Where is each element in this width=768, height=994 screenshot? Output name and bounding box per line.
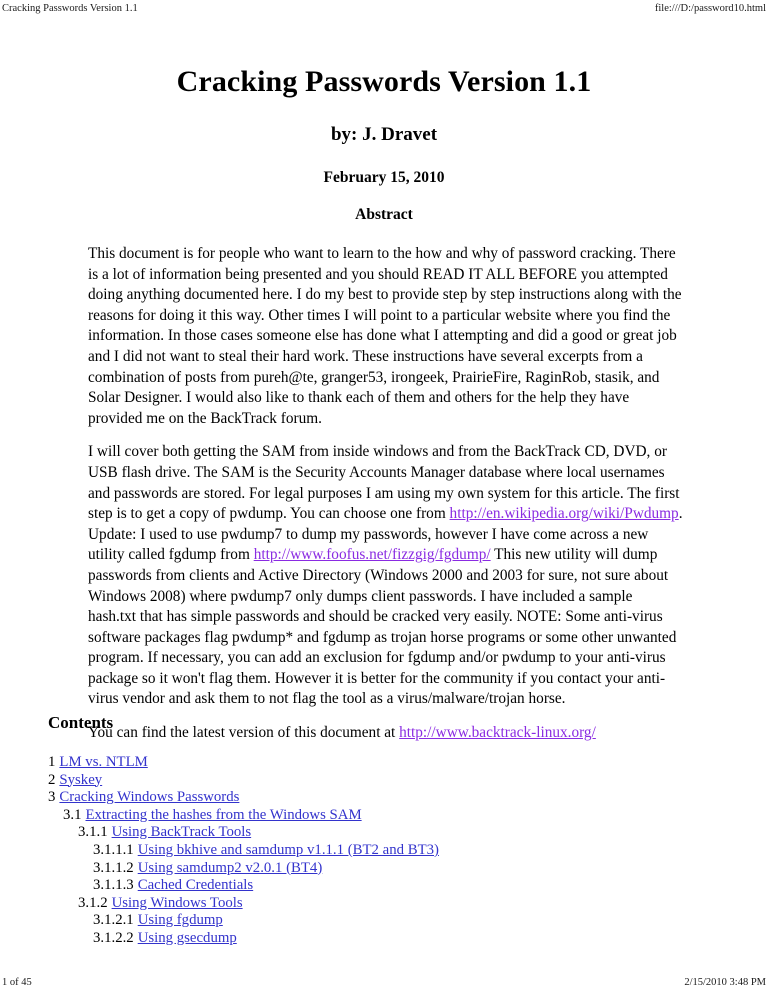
abstract-p2-text-3: This new utility will dump passwords fro…: [88, 546, 677, 708]
toc-row: 3.1 Extracting the hashes from the Window…: [48, 807, 648, 825]
toc-row: 3.1.1.2 Using samdump2 v2.0.1 (BT4): [48, 860, 648, 878]
page-title: Cracking Passwords Version 1.1: [176, 65, 592, 98]
toc-link[interactable]: Cached Credentials: [138, 877, 253, 893]
toc-row: 3.1.1.1 Using bkhive and samdump v1.1.1 (…: [48, 842, 648, 860]
toc-number: 3.1.2.2: [93, 929, 134, 946]
toc-number: 3: [48, 789, 56, 806]
link-backtrack-linux[interactable]: http://www.backtrack-linux.org/: [399, 724, 596, 741]
toc-row: 2 Syskey: [48, 772, 648, 790]
abstract-paragraph-1: This document is for people who want to …: [88, 245, 682, 427]
contents-heading: Contents: [48, 713, 114, 732]
document-date: February 15, 2010: [323, 169, 445, 186]
toc-link[interactable]: LM vs. NTLM: [59, 754, 147, 770]
link-foofus-fgdump[interactable]: http://www.foofus.net/fizzgig/fgdump/: [254, 546, 491, 563]
toc-link[interactable]: Using fgdump: [138, 912, 223, 928]
toc-row: 3.1.2.1 Using fgdump: [48, 912, 648, 930]
print-footer: 1 of 45 2/15/2010 3:48 PM: [0, 973, 768, 989]
toc-link[interactable]: Using BackTrack Tools: [112, 824, 252, 840]
toc-number: 3.1.2: [78, 894, 108, 911]
print-header-title: Cracking Passwords Version 1.1: [2, 3, 138, 14]
toc-number: 3.1: [63, 806, 82, 823]
abstract-paragraph-3: You can find the latest version of this …: [88, 723, 683, 744]
abstract-heading: Abstract: [355, 206, 413, 223]
toc-number: 3.1.1: [78, 824, 108, 841]
abstract-body: This document is for people who want to …: [88, 244, 683, 757]
toc-row: 3.1.2.2 Using gsecdump: [48, 930, 648, 948]
toc-link[interactable]: Cracking Windows Passwords: [59, 789, 239, 805]
toc-row: 3.1.1.3 Cached Credentials: [48, 877, 648, 895]
abstract-p3-text-1: You can find the latest version of this …: [88, 724, 400, 742]
toc-link[interactable]: Extracting the hashes from the Windows S…: [86, 807, 362, 823]
toc-number: 3.1.1.3: [93, 877, 134, 894]
toc-link[interactable]: Using gsecdump: [138, 930, 237, 946]
abstract-paragraph-2: I will cover both getting the SAM from i…: [88, 442, 683, 710]
print-header: Cracking Passwords Version 1.1 file:///D…: [0, 2, 768, 18]
toc-link[interactable]: Syskey: [59, 772, 102, 788]
toc-number: 1: [48, 754, 56, 770]
toc-number: 3.1.2.1: [93, 912, 134, 929]
print-timestamp: 2/15/2010 3:48 PM: [684, 977, 766, 988]
page-number: 1 of 45: [2, 977, 32, 988]
toc-row: 3 Cracking Windows Passwords: [48, 789, 648, 807]
document-author: by: J. Dravet: [330, 124, 438, 145]
toc-number: 3.1.1.1: [93, 841, 134, 858]
toc-link[interactable]: Using samdump2 v2.0.1 (BT4): [138, 860, 323, 876]
toc-row: 3.1.1 Using BackTrack Tools: [48, 824, 648, 842]
link-wikipedia-pwdump[interactable]: http://en.wikipedia.org/wiki/Pwdump: [450, 505, 679, 522]
toc-link[interactable]: Using Windows Tools: [112, 895, 243, 911]
table-of-contents: 1 LM vs. NTLM 2 Syskey 3 Cracking Windows Pas…: [48, 754, 648, 948]
document-page: Cracking Passwords Version 1.1 file:///D…: [0, 0, 768, 994]
toc-row: 1 LM vs. NTLM: [48, 754, 648, 772]
print-header-url: file:///D:/password10.html: [654, 3, 766, 14]
toc-link[interactable]: Using bkhive and samdump v1.1.1 (BT2 and…: [138, 842, 439, 858]
toc-row: 3.1.2 Using Windows Tools: [48, 895, 648, 913]
toc-number: 2: [48, 771, 56, 788]
toc-number: 3.1.1.2: [93, 859, 134, 876]
